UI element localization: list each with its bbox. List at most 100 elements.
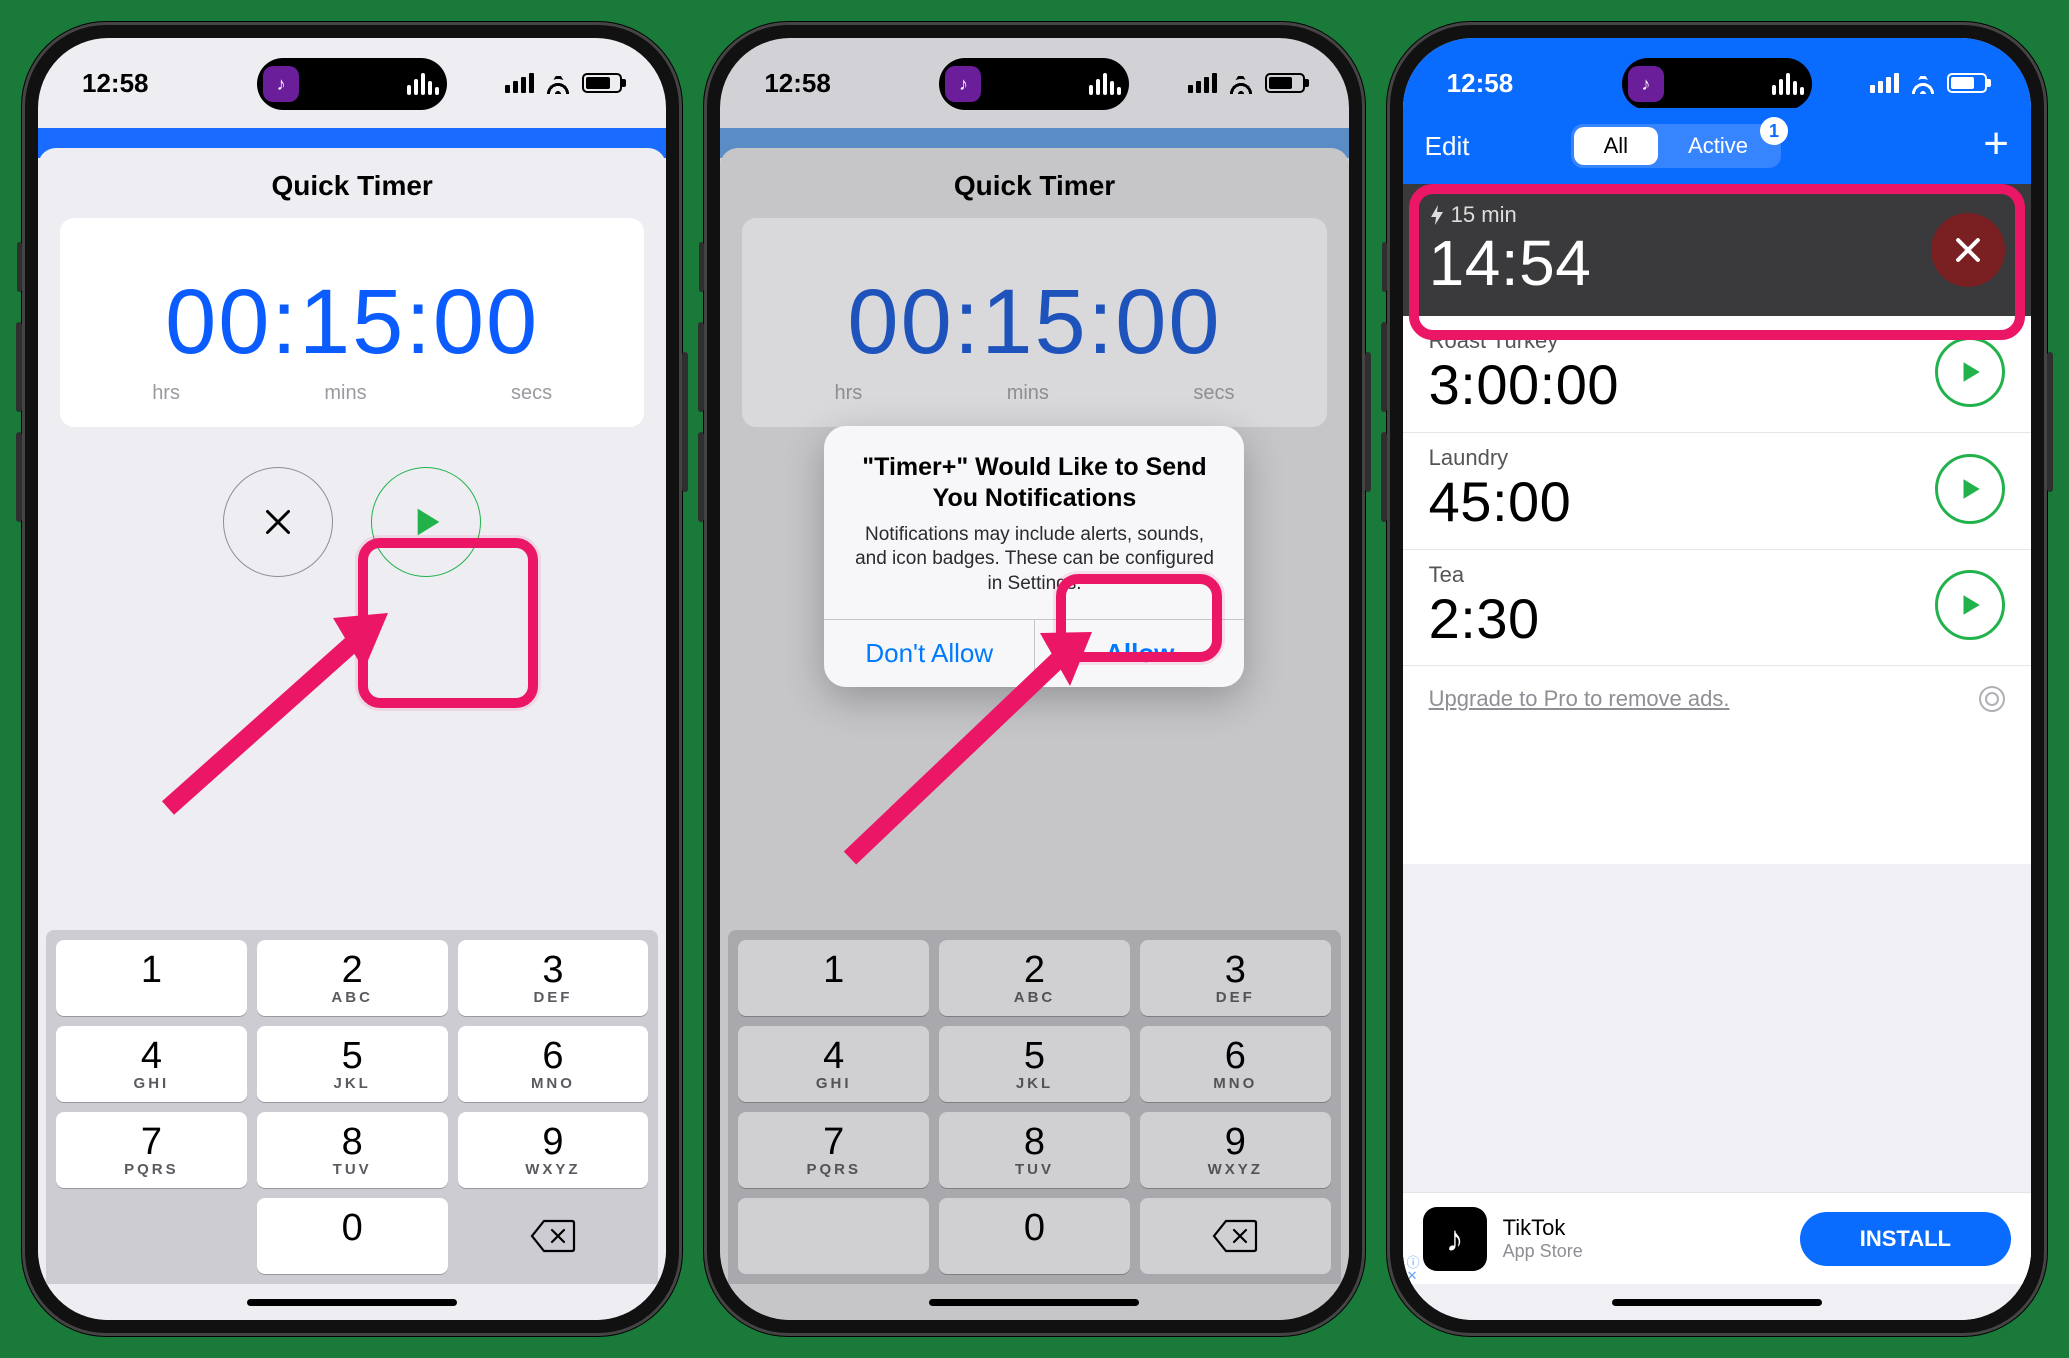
audio-bars-icon [407, 73, 439, 95]
status-time: 12:58 [1447, 68, 1514, 99]
delete-icon [530, 1219, 576, 1253]
sheet-title: Quick Timer [38, 148, 666, 218]
upgrade-row[interactable]: Upgrade to Pro to remove ads. [1403, 666, 2031, 732]
ad-app-icon: ♪ [1423, 1207, 1487, 1271]
volume-down [16, 432, 22, 522]
battery-icon [1947, 73, 1987, 93]
gear-icon[interactable] [1979, 686, 2005, 712]
wifi-icon [544, 72, 572, 94]
volume-up [1381, 322, 1387, 412]
timer-value: 3:00:00 [1429, 354, 1935, 416]
now-playing-icon: ♪ [263, 66, 299, 102]
running-timer-value: 14:54 [1429, 228, 1931, 298]
wifi-icon [1909, 72, 1937, 94]
keypad-5[interactable]: 5JKL [257, 1026, 448, 1102]
alert-body: Notifications may include alerts, sounds… [848, 523, 1220, 597]
play-icon [1957, 359, 1983, 385]
stop-timer-button[interactable] [1931, 213, 2005, 287]
cancel-button[interactable] [223, 467, 333, 577]
keypad-6[interactable]: 6MNO [458, 1026, 649, 1102]
keypad-7[interactable]: 7PQRS [56, 1112, 247, 1188]
side-button [2047, 352, 2053, 492]
alert-deny-button[interactable]: Don't Allow [824, 620, 1035, 687]
home-indicator[interactable] [929, 1299, 1139, 1306]
alert-title: "Timer+" Would Like to Send You Notifica… [848, 452, 1220, 515]
navbar: Edit All Active 1 + [1403, 108, 2031, 184]
volume-up [16, 322, 22, 412]
home-indicator[interactable] [247, 1299, 457, 1306]
segment-active-label: Active [1688, 133, 1748, 158]
edit-button[interactable]: Edit [1425, 131, 1470, 162]
keypad-0[interactable]: 0 [257, 1198, 448, 1274]
keypad-delete[interactable] [458, 1198, 649, 1274]
segmented-control: All Active 1 [1571, 124, 1781, 168]
phone-2: 12:58 ♪ Quick Timer 00:15:00 hrs mins se… [704, 22, 1364, 1336]
ringer-switch [1382, 242, 1387, 292]
play-icon [406, 502, 446, 542]
alert-allow-button[interactable]: Allow [1035, 620, 1245, 687]
x-icon [260, 504, 296, 540]
x-icon [1951, 233, 1985, 267]
volume-down [1381, 432, 1387, 522]
segment-active[interactable]: Active 1 [1658, 127, 1778, 165]
timer-display-card: 00:15:00 hrs mins secs [60, 218, 644, 427]
keypad-2[interactable]: 2ABC [257, 940, 448, 1016]
side-button [1365, 352, 1371, 492]
keypad-4[interactable]: 4GHI [56, 1026, 247, 1102]
dynamic-island[interactable]: ♪ [257, 58, 447, 110]
timer-name: Laundry [1429, 445, 1935, 471]
audio-bars-icon [1772, 73, 1804, 95]
timer-row[interactable]: Tea2:30 [1403, 550, 2031, 667]
bolt-icon [1429, 205, 1445, 225]
keypad-blank [56, 1198, 247, 1274]
timer-value: 2:30 [1429, 588, 1935, 650]
ad-install-button[interactable]: INSTALL [1800, 1212, 2011, 1266]
play-icon [1957, 592, 1983, 618]
timer-row[interactable]: Laundry45:00 [1403, 433, 2031, 550]
volume-up [698, 322, 704, 412]
side-button [682, 352, 688, 492]
add-timer-button[interactable]: + [1983, 119, 2009, 173]
keypad-3[interactable]: 3DEF [458, 940, 649, 1016]
timer-row[interactable]: Roast Turkey3:00:00 [1403, 316, 2031, 433]
segment-all[interactable]: All [1574, 127, 1658, 165]
ad-subtitle: App Store [1503, 1241, 1583, 1262]
play-timer-button[interactable] [1935, 454, 2005, 524]
phone-3: 12:58 ♪ Edit All Active 1 + [1387, 22, 2047, 1336]
dynamic-island[interactable]: ♪ [1622, 58, 1812, 110]
ad-title: TikTok [1503, 1215, 1583, 1241]
timer-value: 00:15:00 [80, 276, 624, 368]
ad-disclosure-icon[interactable]: ⓘ✕ [1407, 1256, 1420, 1282]
numeric-keypad: 1 2ABC3DEF 4GHI5JKL6MNO 7PQRS8TUV9WXYZ0 [46, 930, 658, 1284]
play-timer-button[interactable] [1935, 337, 2005, 407]
cellular-icon [505, 73, 534, 93]
keypad-8[interactable]: 8TUV [257, 1112, 448, 1188]
label-hrs: hrs [152, 382, 180, 405]
timer-name: Tea [1429, 562, 1935, 588]
screen: 12:58 ♪ Quick Timer 00:15:00 hrs mins se… [720, 38, 1348, 1320]
play-timer-button[interactable] [1935, 570, 2005, 640]
play-icon [1957, 476, 1983, 502]
label-mins: mins [324, 382, 366, 405]
ringer-switch [699, 242, 704, 292]
timer-list: 15 min 14:54 Roast Turkey3:00:00Laundry4… [1403, 184, 2031, 1320]
volume-down [698, 432, 704, 522]
phone-1: 12:58 ♪ Quick Timer 00:15:00 hrs mins se… [22, 22, 682, 1336]
now-playing-icon: ♪ [1628, 66, 1664, 102]
status-time: 12:58 [82, 68, 149, 99]
quick-timer-sheet: Quick Timer 00:15:00 hrs mins secs 1 2AB… [38, 148, 666, 1320]
running-timer-label: 15 min [1429, 202, 1931, 228]
screen: 12:58 ♪ Edit All Active 1 + [1403, 38, 2031, 1320]
active-count-badge: 1 [1760, 117, 1788, 145]
label-secs: secs [511, 382, 552, 405]
running-timer-row[interactable]: 15 min 14:54 [1403, 184, 2031, 316]
home-indicator[interactable] [1612, 1299, 1822, 1306]
notification-permission-alert: "Timer+" Would Like to Send You Notifica… [824, 426, 1244, 687]
upgrade-text: Upgrade to Pro to remove ads. [1429, 686, 1730, 712]
keypad-1[interactable]: 1 [56, 940, 247, 1016]
keypad-9[interactable]: 9WXYZ [458, 1112, 649, 1188]
start-button[interactable] [371, 467, 481, 577]
cellular-icon [1870, 73, 1899, 93]
ad-banner[interactable]: ⓘ✕ ♪ TikTok App Store INSTALL [1403, 1192, 2031, 1284]
timer-name: Roast Turkey [1429, 328, 1935, 354]
